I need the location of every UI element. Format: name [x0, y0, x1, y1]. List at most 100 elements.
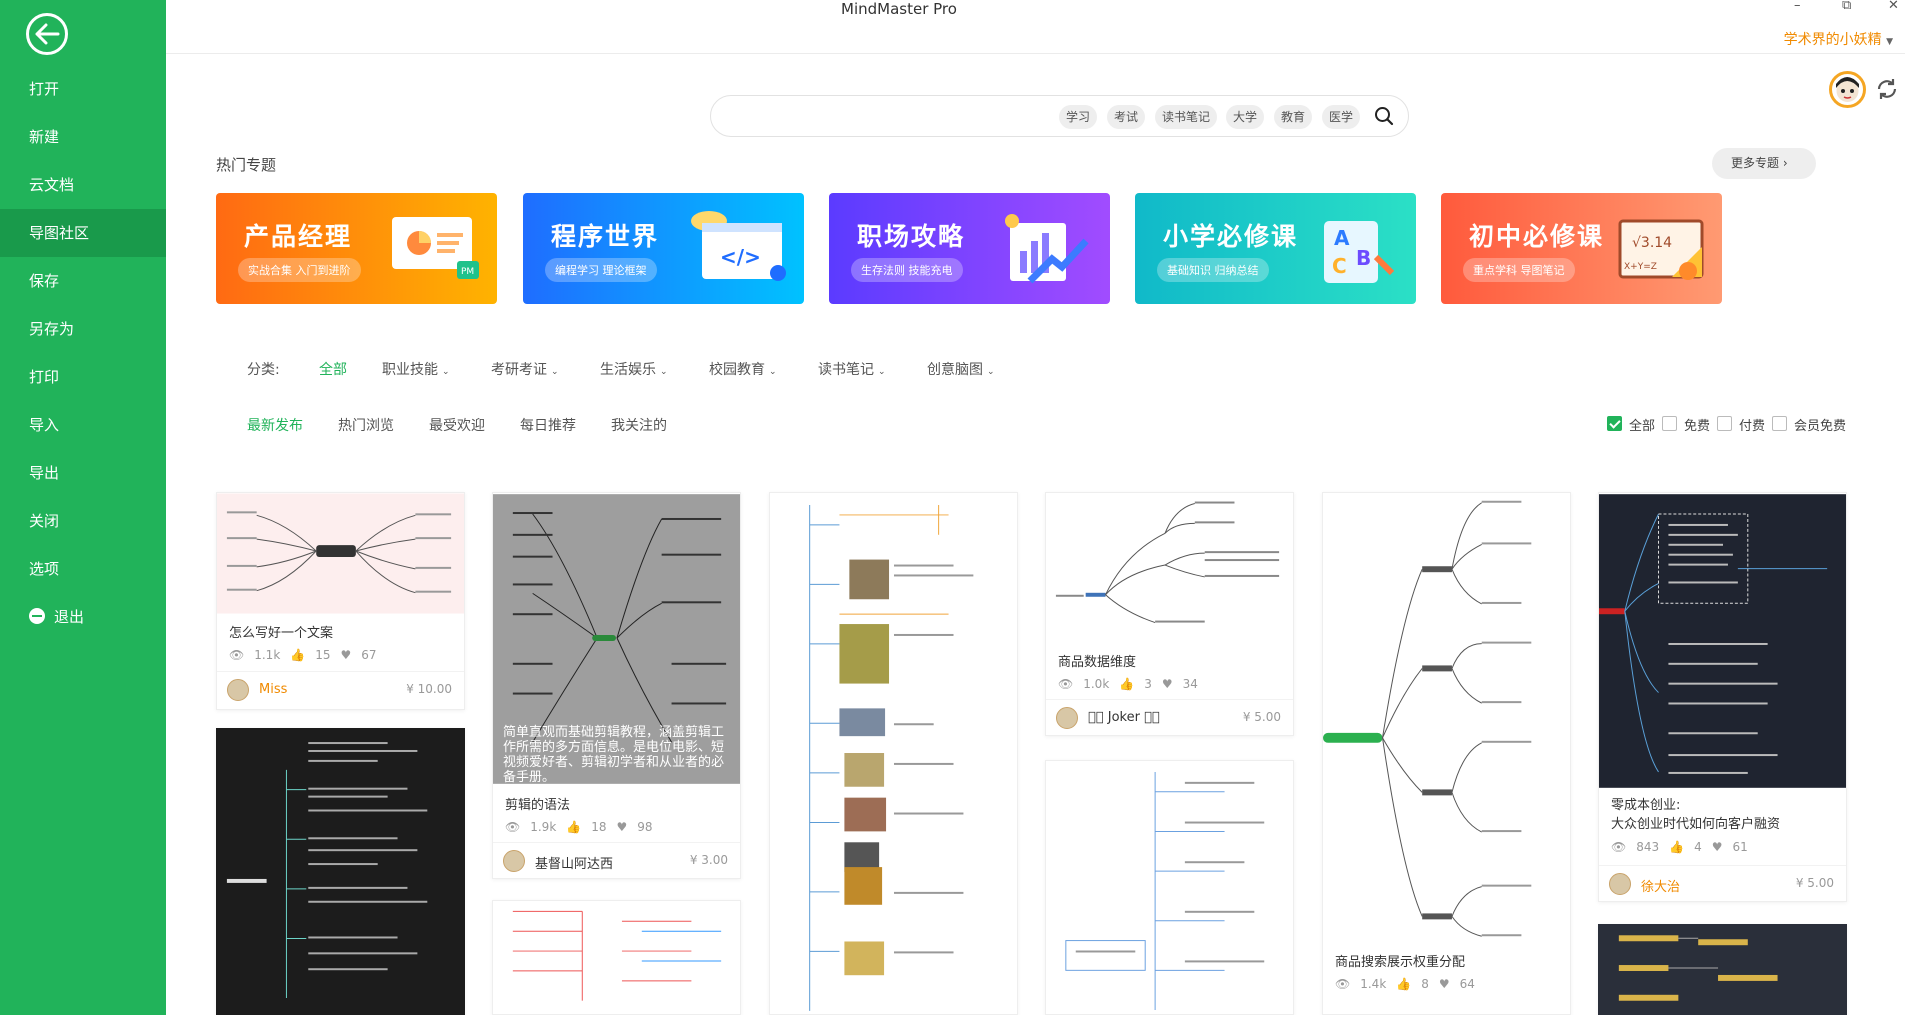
price: ¥ 5.00: [1795, 876, 1834, 890]
svg-text:√3.14: √3.14: [1632, 235, 1672, 251]
search-tag[interactable]: 学习: [1059, 105, 1098, 129]
card-overlay-description: 简单直观而基础剪辑教程，涵盖剪辑工作所需的多方面信息。是电位电影、短视频爱好者、…: [503, 725, 725, 785]
card-title: 零成本创业: 大众创业时代如何向客户融资: [1611, 798, 1781, 832]
minimize-icon[interactable]: –: [1794, 0, 1801, 13]
sidebar-item-open[interactable]: 打开: [0, 65, 166, 113]
author-name[interactable]: 基督山阿达西: [535, 853, 613, 872]
sidebar-item-save[interactable]: 保存: [0, 257, 166, 305]
tab-latest[interactable]: 最新发布: [247, 415, 303, 435]
mindmap-card[interactable]: 零成本创业: 大众创业时代如何向客户融资 👁 843 👍 4 ♥ 61 徐大治 ¥ 5.0…: [1598, 492, 1847, 902]
chevron-down-icon: ⌄: [878, 367, 886, 377]
restore-icon[interactable]: ⧉: [1842, 0, 1851, 13]
filter-free-checkbox[interactable]: [1662, 416, 1677, 431]
search-tag[interactable]: 教育: [1274, 105, 1313, 129]
mindmap-card[interactable]: 怎么写好一个文案 👁 1.1k 👍 15 ♥ 67 Miss ¥ 10.00: [216, 492, 465, 710]
filter-paid-checkbox[interactable]: [1717, 416, 1732, 431]
sidebar-item-import[interactable]: 导入: [0, 401, 166, 449]
mindmap-card[interactable]: [769, 492, 1018, 1015]
author-avatar[interactable]: [227, 679, 249, 701]
sidebar-item-options[interactable]: 选项: [0, 545, 166, 593]
sidebar-item-save-as[interactable]: 另存为: [0, 305, 166, 353]
svg-text:</>: </>: [720, 245, 761, 269]
banner-programming[interactable]: 程序世界 编程学习 理论框架 </>: [523, 193, 804, 304]
author-avatar[interactable]: [1056, 707, 1078, 729]
mindmap-thumbnail: [1599, 494, 1846, 788]
eye-icon: 👁: [1058, 677, 1074, 691]
heart-icon: ♥: [1161, 677, 1173, 691]
code-window-icon: </>: [691, 211, 786, 281]
category-creative-maps[interactable]: 创意脑图 ⌄: [927, 359, 995, 379]
category-lifestyle[interactable]: 生活娱乐 ⌄: [600, 359, 668, 379]
sidebar-item-close[interactable]: 关闭: [0, 497, 166, 545]
card-stats: 👁 1.0k 👍 3 ♥ 34: [1058, 677, 1198, 691]
category-all[interactable]: 全部: [319, 359, 347, 379]
mindmap-card[interactable]: 简单直观而基础剪辑教程，涵盖剪辑工作所需的多方面信息。是电位电影、短视频爱好者、…: [492, 492, 741, 879]
back-button[interactable]: [26, 13, 68, 55]
sidebar-item-exit[interactable]: 退出: [0, 593, 166, 641]
more-topics-button[interactable]: 更多专题 ›: [1712, 148, 1816, 179]
tab-daily-picks[interactable]: 每日推荐: [520, 415, 576, 435]
filter-all-label: 全部: [1629, 419, 1656, 434]
svg-text:C: C: [1332, 254, 1347, 278]
svg-text:B: B: [1356, 246, 1371, 270]
mindmap-card[interactable]: 商品搜索展示权重分配 👁 1.4k 👍 8 ♥ 64: [1322, 492, 1571, 1015]
search-tag[interactable]: 读书笔记: [1155, 105, 1218, 129]
card-footer: 徐大治 ¥ 5.00: [1599, 865, 1846, 901]
minus-circle-icon: [29, 607, 45, 624]
app-title: MindMaster Pro: [841, 0, 957, 18]
thumbs-up-icon: 👍: [290, 648, 306, 662]
filter-all-checkbox[interactable]: [1607, 416, 1622, 431]
mindmap-card[interactable]: [216, 728, 465, 1015]
search-tag[interactable]: 大学: [1226, 105, 1265, 129]
card-title: 商品数据维度: [1058, 655, 1137, 670]
avatar[interactable]: [1829, 71, 1866, 108]
sidebar-item-print[interactable]: 打印: [0, 353, 166, 401]
eye-icon: 👁: [1335, 977, 1351, 991]
presentation-board-icon: PM: [392, 217, 479, 279]
category-exams[interactable]: 考研考证 ⌄: [491, 359, 559, 379]
search-tag[interactable]: 考试: [1107, 105, 1146, 129]
heart-icon: ♥: [1438, 977, 1450, 991]
thumbs-up-icon: 👍: [1396, 977, 1412, 991]
author-name[interactable]: ঌ⃝ Joker ঌ⃝: [1088, 710, 1160, 725]
chevron-down-icon: ⌄: [660, 367, 668, 377]
mindmap-card[interactable]: [1045, 760, 1294, 1015]
filter-member-free-checkbox[interactable]: [1772, 416, 1787, 431]
author-name[interactable]: Miss: [259, 682, 287, 697]
sidebar-item-export[interactable]: 导出: [0, 449, 166, 497]
mindmap-card[interactable]: [492, 900, 741, 1015]
author-name[interactable]: 徐大治: [1641, 876, 1680, 895]
chevron-down-icon: ⌄: [769, 367, 777, 377]
banner-workplace[interactable]: 职场攻略 生存法则 技能充电: [829, 193, 1110, 304]
category-campus-education[interactable]: 校园教育 ⌄: [709, 359, 777, 379]
tab-most-popular[interactable]: 最受欢迎: [429, 415, 485, 435]
sidebar: 打开 新建 云文档 导图社区 保存 另存为 打印 导入 导出 关闭 选项 退出: [0, 0, 166, 1015]
tab-following[interactable]: 我关注的: [611, 415, 667, 435]
banner-middle-school[interactable]: 初中必修课 重点学科 导图笔记 √3.14 X+Y=Z: [1441, 193, 1722, 304]
sync-icon[interactable]: [1874, 76, 1900, 102]
close-icon[interactable]: ✕: [1888, 0, 1899, 13]
sidebar-item-cloud-docs[interactable]: 云文档: [0, 161, 166, 209]
svg-text:A: A: [1334, 226, 1350, 250]
category-career-skills[interactable]: 职业技能 ⌄: [382, 359, 450, 379]
sidebar-item-new[interactable]: 新建: [0, 113, 166, 161]
search-icon[interactable]: [1374, 106, 1394, 126]
banner-product-manager[interactable]: 产品经理 实战合集 入门到进阶 PM: [216, 193, 497, 304]
sidebar-item-community[interactable]: 导图社区: [0, 209, 166, 257]
banner-primary-school[interactable]: 小学必修课 基础知识 归纳总结 ABC: [1135, 193, 1416, 304]
price: ¥ 3.00: [689, 853, 728, 867]
mindmap-thumbnail: [1323, 494, 1570, 942]
search-tag[interactable]: 医学: [1322, 105, 1361, 129]
author-avatar[interactable]: [1609, 873, 1631, 895]
mindmap-card[interactable]: 商品数据维度 👁 1.0k 👍 3 ♥ 34 ঌ⃝ Joker ঌ⃝ ¥ 5.00: [1045, 492, 1294, 736]
card-stats: 👁 1.9k 👍 18 ♥ 98: [505, 820, 653, 834]
category-reading-notes[interactable]: 读书笔记 ⌄: [818, 359, 886, 379]
mindmap-card[interactable]: [1598, 924, 1847, 1015]
tab-hot-views[interactable]: 热门浏览: [338, 415, 394, 435]
user-name-dropdown[interactable]: 学术界的小妖精 ▼: [1784, 29, 1893, 49]
heart-icon: ♥: [616, 820, 628, 834]
chevron-down-icon: ⌄: [442, 367, 450, 377]
svg-text:X+Y=Z: X+Y=Z: [1624, 262, 1657, 272]
author-avatar[interactable]: [503, 850, 525, 872]
search-bar[interactable]: 学习 考试 读书笔记 大学 教育 医学: [710, 95, 1409, 137]
